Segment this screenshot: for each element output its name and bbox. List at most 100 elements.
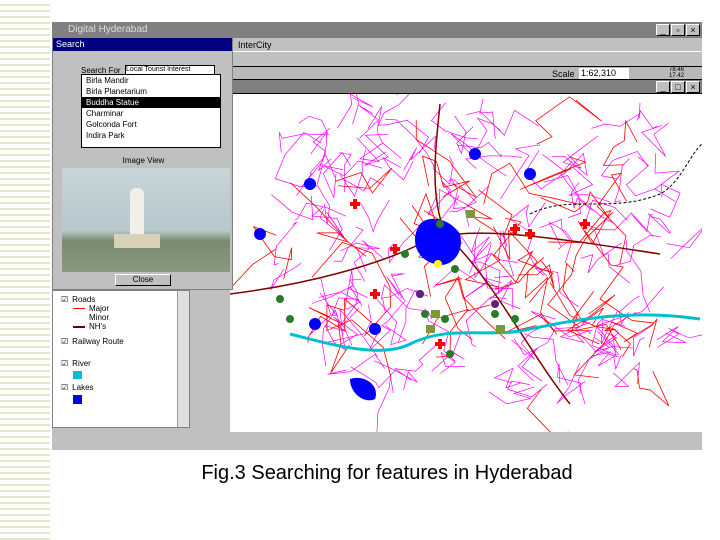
legend-roads: Roads: [72, 295, 96, 304]
minor-road: [382, 157, 414, 181]
minor-road: [377, 299, 407, 346]
minor-road: [462, 238, 487, 300]
park-marker: [401, 250, 409, 258]
status-bar: [52, 432, 702, 450]
legend-panel: ☑ Roads Major Minor NH's ☑ Railway Route ☑…: [52, 290, 190, 428]
restore-button[interactable]: ▫: [671, 24, 685, 36]
feature-list-item[interactable]: Birla Planetarium: [82, 86, 220, 97]
park-marker: [451, 265, 459, 273]
major-road: [290, 182, 367, 257]
hospital-marker: [350, 199, 360, 209]
slide-decoration: [0, 0, 50, 540]
major-road: [444, 275, 491, 341]
feature-list-item[interactable]: Buddha Statue: [82, 97, 220, 108]
minor-road: [568, 167, 611, 203]
minor-road: [641, 123, 669, 157]
tourist-marker: [431, 310, 440, 318]
hospital-marker: [390, 244, 400, 254]
minor-road: [296, 154, 336, 196]
minor-road: [494, 230, 515, 278]
lake: [369, 323, 381, 335]
major-road: [334, 168, 393, 194]
feature-list[interactable]: Birla Mandir Birla Planetarium Buddha Stat…: [81, 74, 221, 148]
major-road: [602, 119, 638, 167]
minor-road: [524, 333, 569, 385]
minor-road: [360, 199, 390, 233]
minor-road: [656, 328, 708, 348]
major-road: [535, 96, 602, 145]
roads-checkbox[interactable]: ☑: [61, 295, 68, 304]
hospital-marker: [370, 289, 380, 299]
lake: [309, 318, 321, 330]
lake: [304, 178, 316, 190]
park-marker: [446, 350, 454, 358]
minor-road: [448, 179, 477, 212]
major-road: [573, 327, 631, 379]
park-marker: [436, 220, 444, 228]
minor-road: [278, 132, 322, 153]
minor-road: [377, 82, 421, 127]
minimize-button[interactable]: _: [656, 24, 670, 36]
minor-road: [298, 115, 329, 136]
buddha-statue-image: [62, 168, 230, 272]
menu-intercity[interactable]: InterCity: [238, 40, 272, 50]
figure-caption: Fig.3 Searching for features in Hyderaba…: [201, 462, 573, 484]
minor-road: [333, 226, 364, 262]
minor-road: [638, 102, 658, 129]
tourist-marker: [496, 325, 505, 333]
tourist-marker: [426, 325, 435, 333]
map-canvas[interactable]: [184, 79, 708, 490]
poi-marker: [416, 290, 424, 298]
park-marker: [441, 315, 449, 323]
lake: [469, 148, 481, 160]
poi-marker: [491, 300, 499, 308]
railway-checkbox[interactable]: ☑: [61, 337, 68, 346]
close-button[interactable]: Close: [115, 274, 171, 286]
lake: [524, 168, 536, 180]
minor-road: [577, 337, 611, 404]
close-button[interactable]: ×: [686, 24, 700, 36]
feature-list-item[interactable]: Golconda Fort: [82, 119, 220, 130]
lakes-checkbox[interactable]: ☑: [61, 383, 68, 392]
major-road: [526, 389, 576, 490]
minor-road: [625, 156, 657, 197]
legend-railway: Railway Route: [72, 337, 124, 346]
coords-readout: 78.46 17.42: [669, 67, 685, 79]
feature-list-item[interactable]: Charminar: [82, 108, 220, 119]
minor-road: [311, 206, 343, 252]
minor-road: [466, 109, 539, 136]
minor-road: [594, 230, 630, 284]
scale-label: Scale: [552, 69, 575, 79]
lakes-swatch: [73, 395, 82, 404]
image-view-label: Image View: [122, 156, 165, 165]
minor-road: [319, 292, 360, 316]
minor-road: [493, 367, 523, 389]
park-marker: [286, 315, 294, 323]
minor-road: [666, 223, 708, 260]
legend-scrollbar[interactable]: [177, 291, 189, 427]
legend-nh: NH's: [89, 322, 107, 331]
window-title: Digital Hyderabad: [52, 22, 702, 38]
major-swatch: [73, 308, 85, 309]
feature-list-item[interactable]: Birla Mandir: [82, 75, 220, 86]
river-checkbox[interactable]: ☑: [61, 359, 68, 368]
legend-minor: Minor: [89, 313, 110, 322]
selected-feature-marker: [434, 260, 442, 268]
major-road: [596, 172, 627, 265]
feature-list-item[interactable]: Indira Park: [82, 130, 220, 141]
minor-road: [647, 213, 671, 234]
major-road: [633, 368, 670, 407]
park-marker: [421, 310, 429, 318]
minor-road: [367, 106, 402, 159]
lake: [350, 377, 376, 401]
park-marker: [491, 310, 499, 318]
minor-road: [562, 135, 599, 169]
minor-road: [385, 118, 435, 166]
search-dialog: Search Search For Local Tourist Interest…: [52, 37, 233, 290]
minor-road: [468, 227, 490, 275]
minor-road: [301, 131, 327, 187]
scale-input[interactable]: 1:62,310: [579, 68, 629, 79]
major-road: [184, 248, 276, 313]
hospital-marker: [525, 229, 535, 239]
hospital-marker: [580, 219, 590, 229]
